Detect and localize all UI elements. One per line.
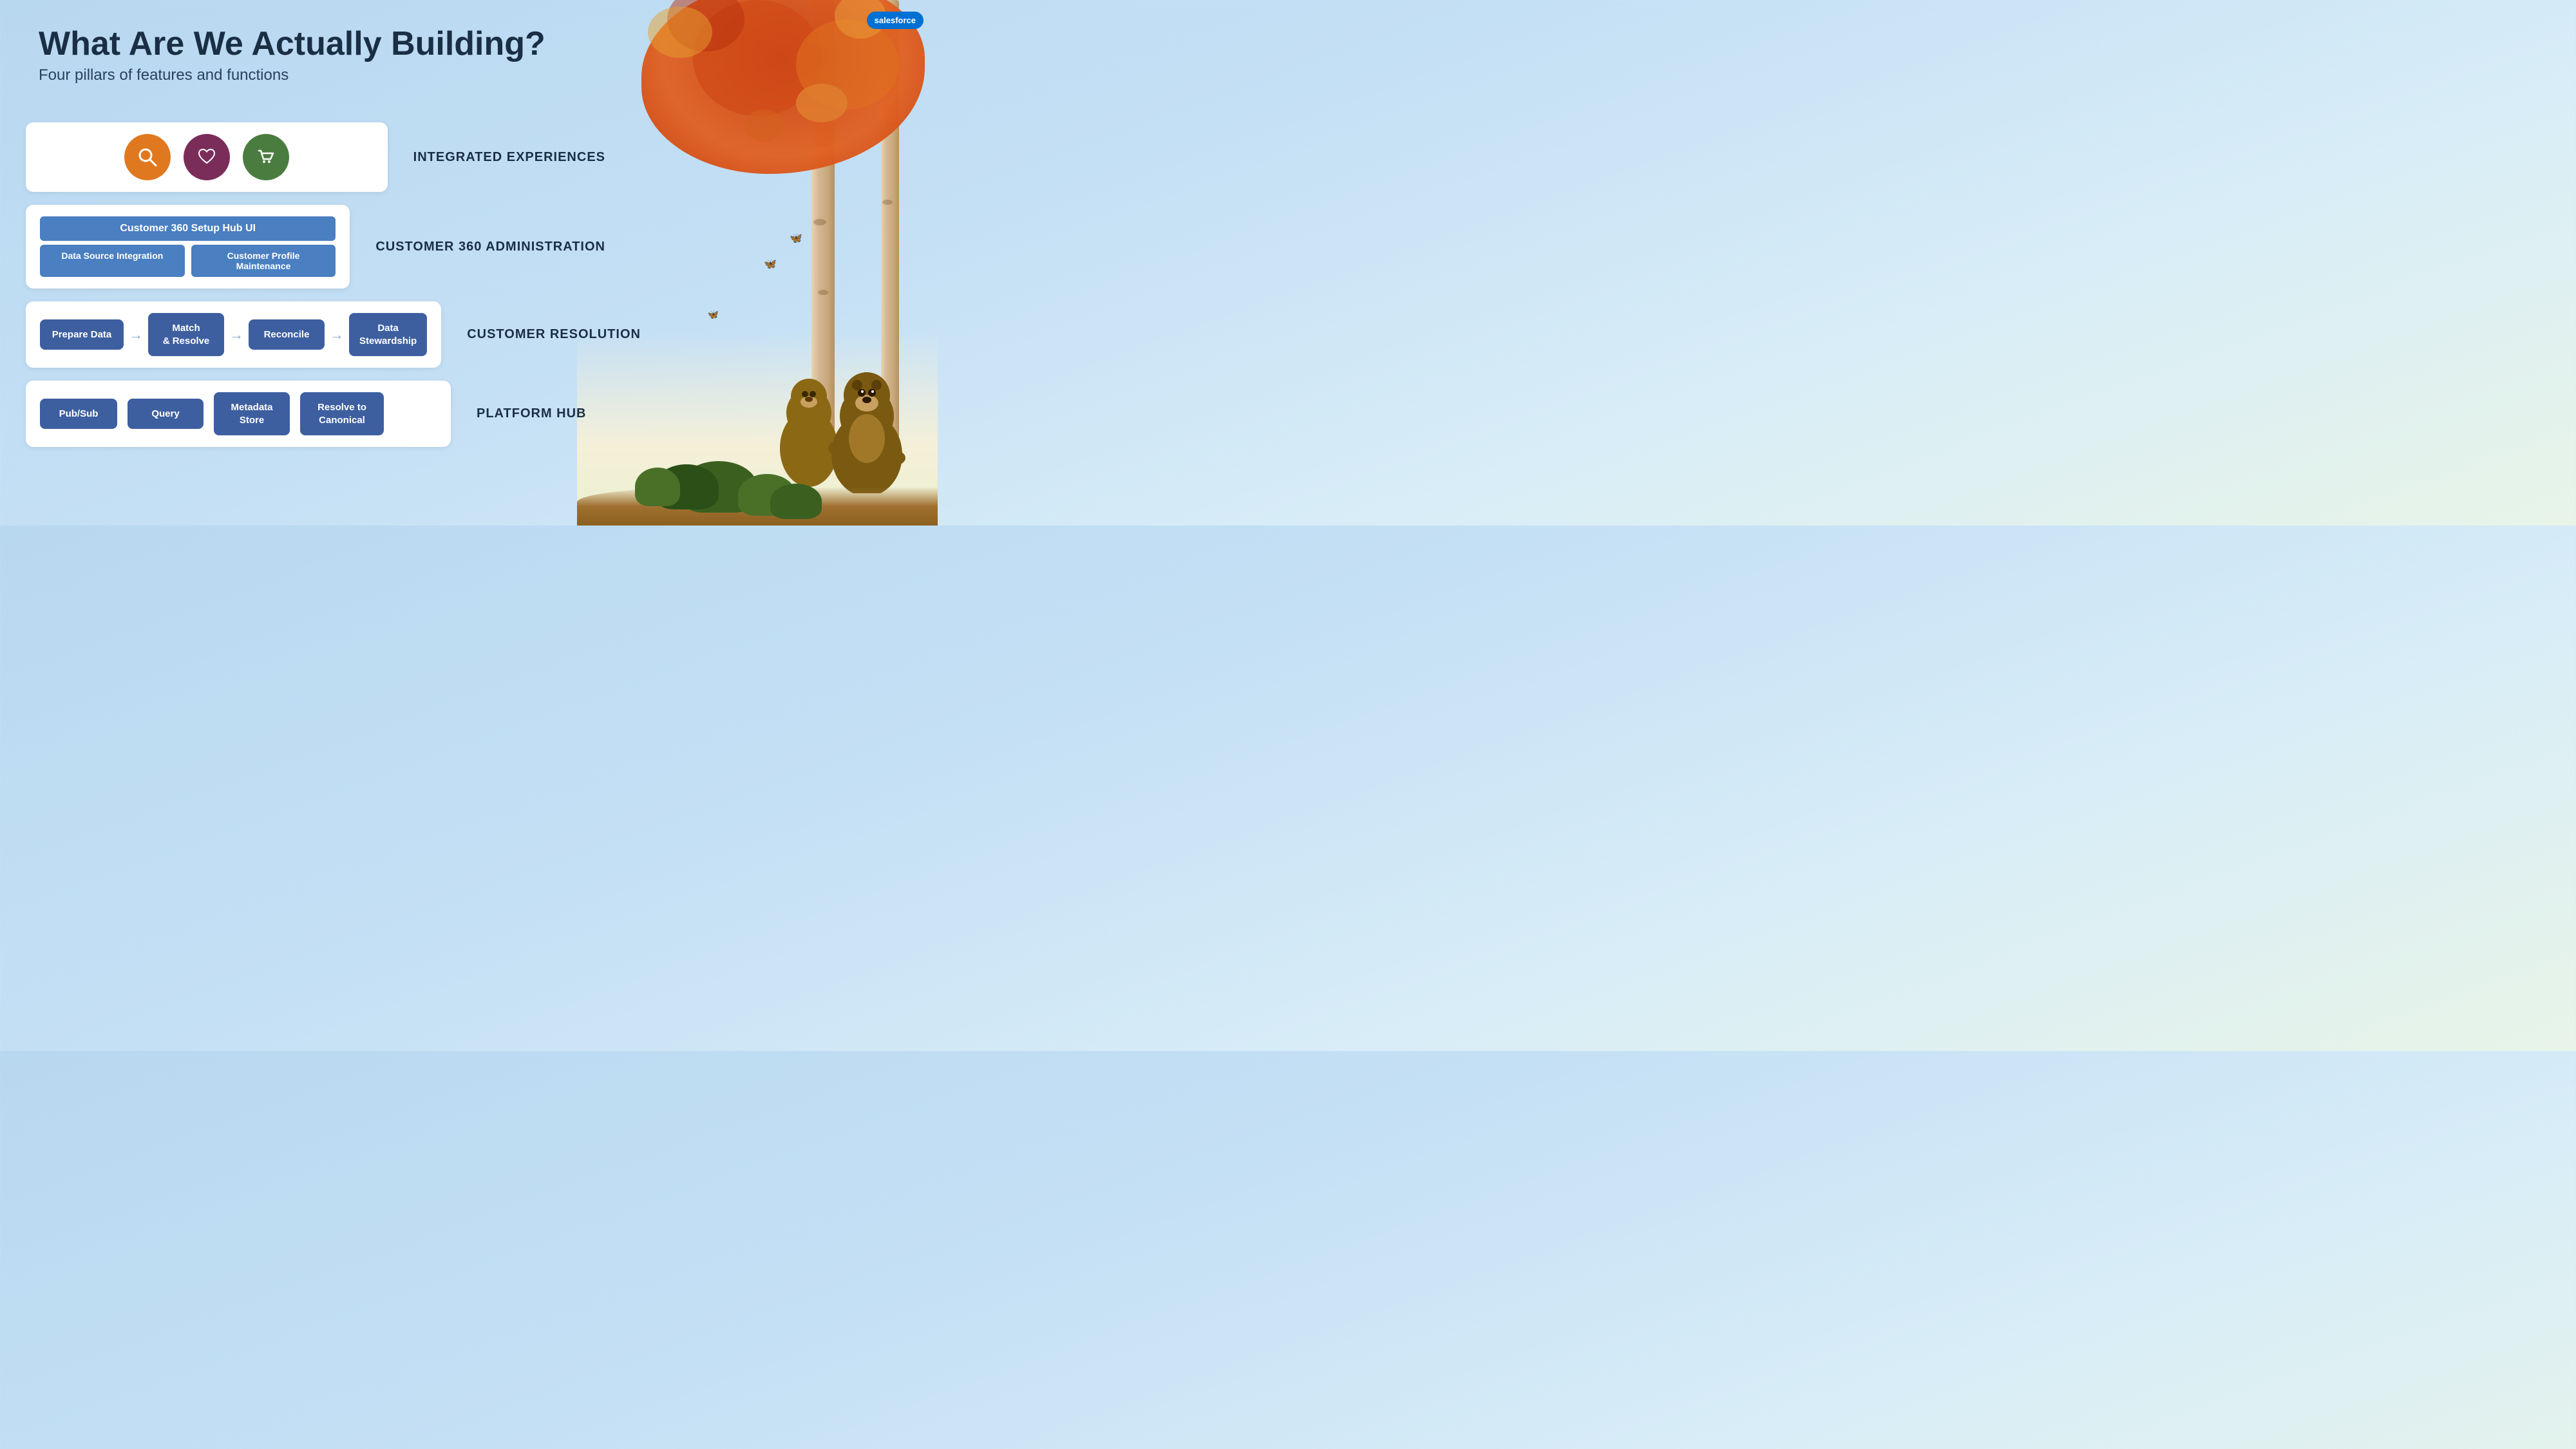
foliage <box>616 0 938 225</box>
butterfly-2: 🦋 <box>764 258 777 270</box>
card-customer-360-admin: Customer 360 Setup Hub UI Data Source In… <box>26 205 350 289</box>
subtitle: Four pillars of features and functions <box>39 66 545 84</box>
card-platform-hub: Pub/Sub Query MetadataStore Resolve toCa… <box>26 381 451 447</box>
arrow-1: → <box>129 327 143 343</box>
row-platform-hub: Pub/Sub Query MetadataStore Resolve toCa… <box>26 381 605 447</box>
data-source-btn: Data Source Integration <box>40 245 185 277</box>
query-btn: Query <box>128 399 204 430</box>
setup-hub-btn: Customer 360 Setup Hub UI <box>40 216 336 241</box>
boxes-row-resolution: Prepare Data → Match& Resolve → Reconcil… <box>40 313 427 356</box>
admin-btn-row: Data Source Integration Customer Profile… <box>40 245 336 277</box>
ground-vegetation <box>577 448 938 526</box>
pubsub-btn: Pub/Sub <box>40 399 117 430</box>
icons-row <box>40 134 374 180</box>
butterfly-3: 🦋 <box>708 309 719 320</box>
row-customer-360-admin: Customer 360 Setup Hub UI Data Source In… <box>26 205 605 289</box>
label-customer-resolution: CUSTOMER RESOLUTION <box>467 327 641 342</box>
label-platform-hub: PLATFORM HUB <box>477 406 587 421</box>
row-customer-resolution: Prepare Data → Match& Resolve → Reconcil… <box>26 301 605 368</box>
butterfly-1: 🦋 <box>790 232 802 245</box>
title-section: What Are We Actually Building? Four pill… <box>39 26 545 84</box>
arrow-2: → <box>229 327 243 343</box>
boxes-row-platform: Pub/Sub Query MetadataStore Resolve toCa… <box>40 392 437 435</box>
label-integrated-experiences: INTEGRATED EXPERIENCES <box>413 150 605 165</box>
card-customer-resolution: Prepare Data → Match& Resolve → Reconcil… <box>26 301 441 368</box>
metadata-store-btn: MetadataStore <box>214 392 290 435</box>
salesforce-logo: salesforce <box>867 12 923 29</box>
card-integrated-experiences <box>26 122 388 192</box>
bear-illustration <box>757 313 925 493</box>
prepare-data-btn: Prepare Data <box>40 319 124 350</box>
logo-text: salesforce <box>875 15 916 25</box>
content-area: INTEGRATED EXPERIENCES Customer 360 Setu… <box>26 122 605 460</box>
label-customer-360-admin: CUSTOMER 360 ADMINISTRATION <box>375 240 605 254</box>
tree-trunk-right <box>881 0 899 438</box>
tree-trunk-left <box>811 0 835 451</box>
heart-icon-circle <box>184 134 230 180</box>
nature-scene: 🦋 🦋 🦋 <box>577 0 938 526</box>
customer-profile-btn: Customer Profile Maintenance <box>191 245 336 277</box>
main-title: What Are We Actually Building? <box>39 26 545 62</box>
data-stewardship-btn: DataStewardship <box>349 313 427 356</box>
admin-card-inner: Customer 360 Setup Hub UI Data Source In… <box>40 216 336 277</box>
arrow-3: → <box>330 327 344 343</box>
search-icon-circle <box>124 134 171 180</box>
cart-icon-circle <box>243 134 289 180</box>
resolve-canonical-btn: Resolve toCanonical <box>300 392 384 435</box>
match-resolve-btn: Match& Resolve <box>148 313 224 356</box>
reconcile-btn: Reconcile <box>249 319 325 350</box>
row-integrated-experiences: INTEGRATED EXPERIENCES <box>26 122 605 192</box>
